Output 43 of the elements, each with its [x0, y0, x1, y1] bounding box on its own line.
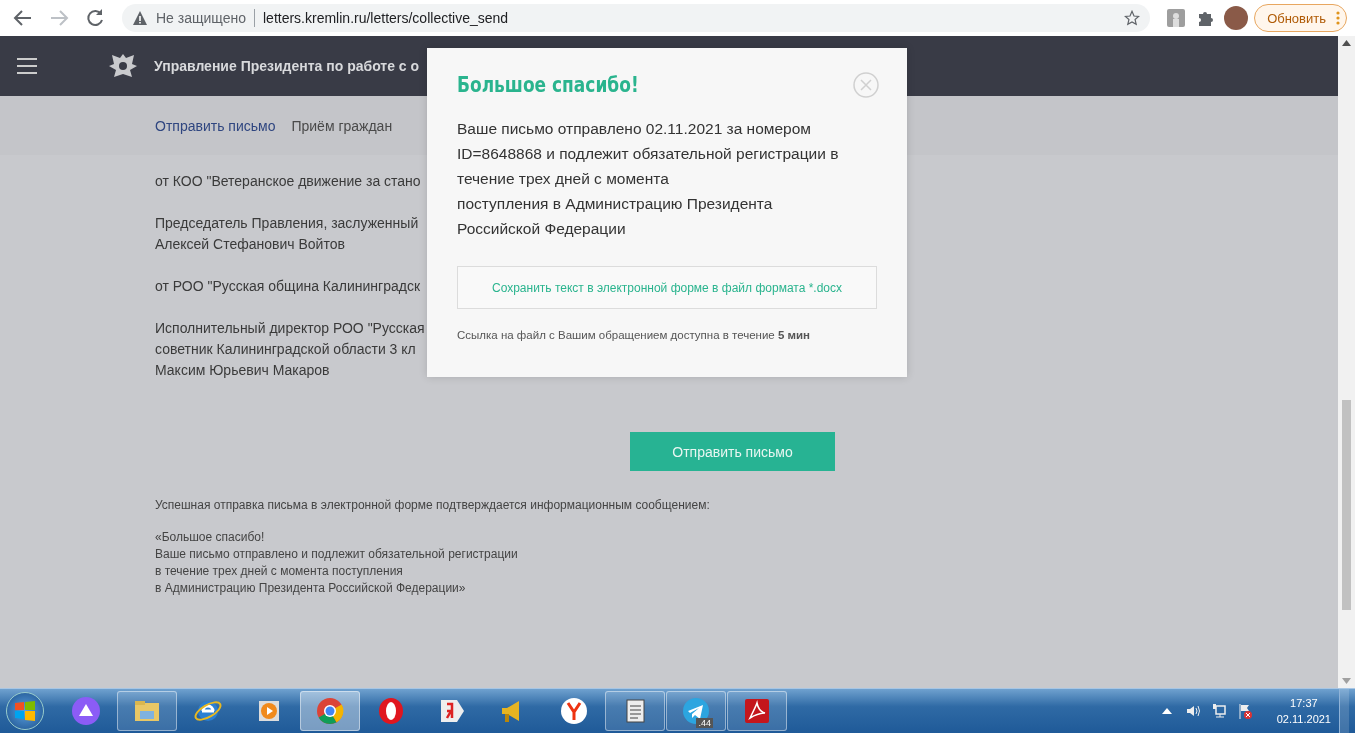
- url-text: letters.kremlin.ru/letters/collective_send: [263, 10, 510, 26]
- info-text: Успешная отправка письма в электронной форме подтверждается информационным сообщением:: [155, 498, 711, 512]
- scroll-thumb[interactable]: [1342, 400, 1351, 610]
- unread-badge: .44: [696, 718, 713, 728]
- warning-icon: [132, 10, 148, 26]
- dialog-message: Ваше письмо отправлено 02.11.2021 за номером ID=8648868 и подлежит обязательной регистрации в течение трех дней с момента поступления в Администрацию Президента Российской Федерации: [457, 119, 840, 239]
- flag-icon[interactable]: [1236, 703, 1253, 719]
- assistant-icon: [71, 696, 101, 726]
- y-letter-icon: [559, 696, 589, 726]
- taskbar-button[interactable]: [117, 691, 177, 731]
- nav-link[interactable]: Приём граждан: [291, 117, 393, 134]
- address-bar[interactable]: Не защищено letters.kremlin.ru/letters/collective_send: [122, 4, 1151, 32]
- windows-logo-icon: [14, 700, 36, 722]
- dialog-title: Большое спасибо!: [457, 73, 639, 97]
- opera-icon: [376, 696, 406, 726]
- profile-avatar[interactable]: [1224, 6, 1249, 30]
- close-icon: [853, 72, 879, 98]
- menu-icon[interactable]: [17, 57, 37, 75]
- show-desktop-button[interactable]: [1339, 688, 1349, 733]
- taskbar-button[interactable]: .44: [666, 691, 726, 731]
- letter-paragraph: от РОО "Русская община Калининградск: [155, 277, 421, 296]
- security-label: Не защищено: [156, 9, 255, 27]
- scrollbar[interactable]: [1338, 36, 1355, 688]
- letter-paragraph: Председатель Правления, заслуженный Алексей Стефанович Войтов: [155, 214, 419, 254]
- speaker-icon[interactable]: [1184, 703, 1201, 719]
- letter-paragraph: от КОО "Ветеранское движение за стано: [155, 172, 421, 191]
- update-button[interactable]: Обновить: [1254, 4, 1347, 32]
- scroll-up-icon[interactable]: [1342, 40, 1351, 46]
- start-button[interactable]: [6, 692, 44, 730]
- clock[interactable]: 17:37 02.11.2021: [1276, 695, 1331, 727]
- more-icon: [1336, 11, 1340, 25]
- link-note: Ссылка на файл с Вашим обращением доступна в течение 5 мин: [457, 329, 812, 341]
- chrome-icon: [315, 696, 345, 726]
- network-icon[interactable]: [1210, 703, 1227, 719]
- pdf-icon: [742, 696, 772, 726]
- letter-paragraph: Исполнительный директор РОО "Русская советник Калининградской области 3 кл Максим Юрьевич Макаров: [155, 319, 425, 380]
- taskbar-button[interactable]: [300, 691, 360, 731]
- nav-link[interactable]: Отправить письмо: [155, 117, 276, 134]
- taskbar-button[interactable]: [727, 691, 787, 731]
- star-icon[interactable]: [1124, 10, 1141, 26]
- quoted-message: «Большое спасибо! Ваше письмо отправлено и подлежит обязательной регистрации в течение трех дней с момента поступления в Администрацию Президента Российской Федерации»: [155, 529, 519, 597]
- site-title: Управление Президента по работе с о: [154, 58, 420, 74]
- taskbar-button[interactable]: [605, 691, 665, 731]
